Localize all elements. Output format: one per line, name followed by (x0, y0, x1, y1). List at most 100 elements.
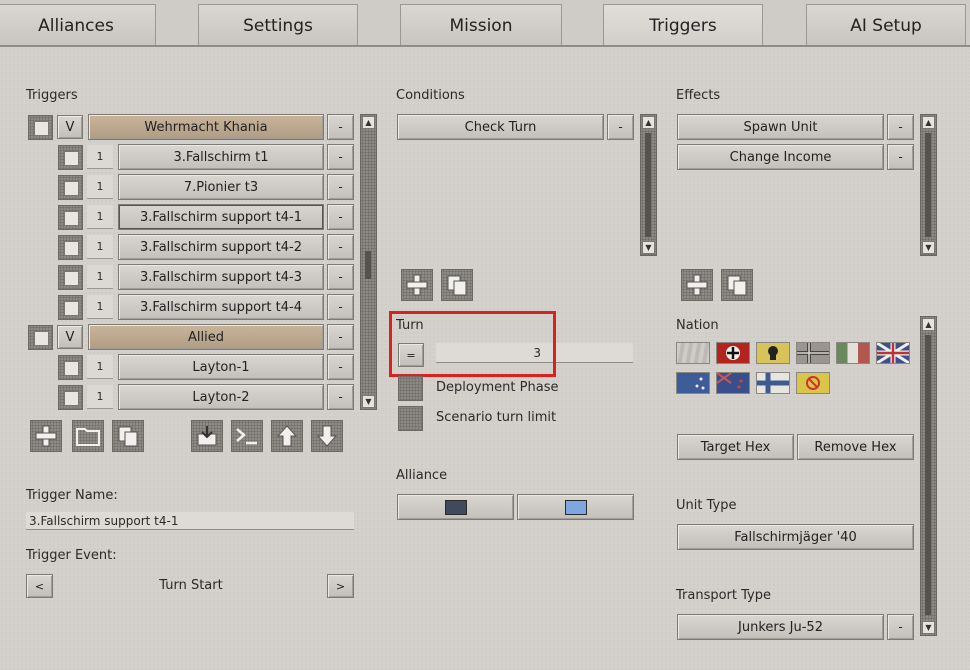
effect-remove-button[interactable]: - (887, 144, 914, 170)
folder-icon[interactable] (72, 420, 104, 452)
trigger-enable-checkbox[interactable] (58, 235, 83, 260)
trigger-item-button[interactable]: 7.Pionier t3 (118, 174, 324, 200)
condition-remove-button[interactable]: - (607, 114, 634, 140)
flag-uk-icon[interactable] (876, 341, 910, 365)
group-toggle-button[interactable]: V (57, 325, 83, 349)
trigger-count: 1 (87, 205, 113, 229)
trigger-count: 1 (87, 235, 113, 259)
flag-grey-cross-icon[interactable] (796, 342, 830, 364)
target-hex-button[interactable]: Target Hex (677, 434, 794, 460)
scroll-thumb[interactable] (645, 133, 651, 237)
scroll-down-arrow[interactable]: ▼ (362, 395, 375, 408)
copy-icon[interactable] (112, 420, 144, 452)
event-next-button[interactable]: > (327, 574, 354, 598)
tab-ai-setup[interactable]: AI Setup (806, 4, 966, 46)
trigger-remove-button[interactable]: - (327, 234, 354, 260)
import-icon[interactable] (191, 420, 223, 452)
effect-item-change-income[interactable]: Change Income (677, 144, 884, 170)
arrow-down-icon[interactable] (311, 420, 343, 452)
trigger-group-button[interactable]: Wehrmacht Khania (88, 114, 324, 140)
conditions-scrollbar[interactable]: ▲ ▼ (640, 114, 657, 256)
flag-germany-icon[interactable] (716, 342, 750, 364)
trigger-item-button[interactable]: Layton-2 (118, 384, 324, 410)
scroll-up-arrow[interactable]: ▲ (362, 116, 375, 129)
effect-details-scrollbar[interactable]: ▲ ▼ (920, 316, 937, 636)
remove-hex-button[interactable]: Remove Hex (797, 434, 914, 460)
trigger-remove-button[interactable]: - (327, 114, 354, 140)
group-toggle-button[interactable]: V (57, 115, 83, 139)
trigger-remove-button[interactable]: - (327, 144, 354, 170)
scroll-down-arrow[interactable]: ▼ (922, 621, 935, 634)
flag-italy-icon[interactable] (836, 342, 870, 364)
trigger-enable-checkbox[interactable] (28, 325, 53, 350)
trigger-group-button[interactable]: Allied (88, 324, 324, 350)
event-prev-button[interactable]: < (26, 574, 53, 598)
alliance-button-2[interactable] (517, 494, 634, 520)
trigger-item-button[interactable]: 3.Fallschirm support t4-2 (118, 234, 324, 260)
trigger-remove-button[interactable]: - (327, 294, 354, 320)
trigger-remove-button[interactable]: - (327, 384, 354, 410)
nation-label: Nation (676, 318, 719, 333)
trigger-enable-checkbox[interactable] (28, 115, 53, 140)
copy-effect-icon[interactable] (721, 269, 753, 301)
tab-settings[interactable]: Settings (198, 4, 358, 46)
add-effect-icon[interactable] (681, 269, 713, 301)
scroll-thumb[interactable] (925, 133, 931, 237)
add-condition-icon[interactable] (401, 269, 433, 301)
flag-totenkopf-icon[interactable] (756, 342, 790, 364)
trigger-list-scrollbar[interactable]: ▲ ▼ (360, 114, 377, 410)
flag-none-icon[interactable] (796, 372, 830, 394)
trigger-enable-checkbox[interactable] (58, 205, 83, 230)
trigger-enable-checkbox[interactable] (58, 355, 83, 380)
flag-finland-icon[interactable] (756, 372, 790, 394)
scroll-thumb[interactable] (925, 335, 931, 615)
trigger-remove-button[interactable]: - (327, 354, 354, 380)
console-icon[interactable] (231, 420, 263, 452)
trigger-item-button[interactable]: 3.Fallschirm support t4-3 (118, 264, 324, 290)
unit-type-label: Unit Type (676, 498, 737, 513)
flag-new-zealand-icon[interactable] (716, 372, 750, 394)
flag-blank[interactable] (676, 342, 710, 364)
trigger-enable-checkbox[interactable] (58, 145, 83, 170)
tab-mission[interactable]: Mission (400, 4, 562, 46)
trigger-remove-button[interactable]: - (327, 174, 354, 200)
scroll-up-arrow[interactable]: ▲ (922, 116, 935, 129)
scroll-up-arrow[interactable]: ▲ (642, 116, 655, 129)
tab-alliances[interactable]: Alliances (0, 4, 156, 46)
conditions-heading: Conditions (396, 88, 465, 103)
alliance-button-1[interactable] (397, 494, 514, 520)
copy-condition-icon[interactable] (441, 269, 473, 301)
tab-triggers[interactable]: Triggers (603, 4, 763, 46)
scroll-down-arrow[interactable]: ▼ (922, 241, 935, 254)
trigger-name-field[interactable]: 3.Fallschirm support t4-1 (26, 512, 354, 530)
trigger-enable-checkbox[interactable] (58, 175, 83, 200)
alliance-color-swatch (564, 499, 587, 515)
effects-scrollbar[interactable]: ▲ ▼ (920, 114, 937, 256)
trigger-item-button[interactable]: 3.Fallschirm t1 (118, 144, 324, 170)
triggers-heading: Triggers (26, 88, 78, 103)
trigger-item-button[interactable]: Layton-1 (118, 354, 324, 380)
trigger-item-button[interactable]: 3.Fallschirm support t4-1 (118, 204, 324, 230)
scenario-turn-limit-label: Scenario turn limit (436, 410, 557, 425)
scroll-up-arrow[interactable]: ▲ (922, 318, 935, 331)
scroll-thumb[interactable] (365, 251, 371, 279)
effect-remove-button[interactable]: - (887, 114, 914, 140)
add-icon[interactable] (30, 420, 62, 452)
trigger-enable-checkbox[interactable] (58, 265, 83, 290)
flag-australia-icon[interactable] (676, 372, 710, 394)
arrow-up-icon[interactable] (271, 420, 303, 452)
deployment-phase-checkbox[interactable] (398, 376, 423, 401)
condition-item-check-turn[interactable]: Check Turn (397, 114, 604, 140)
trigger-item-button[interactable]: 3.Fallschirm support t4-4 (118, 294, 324, 320)
scenario-turn-limit-checkbox[interactable] (398, 406, 423, 431)
effect-item-spawn-unit[interactable]: Spawn Unit (677, 114, 884, 140)
trigger-remove-button[interactable]: - (327, 264, 354, 290)
trigger-remove-button[interactable]: - (327, 204, 354, 230)
scroll-down-arrow[interactable]: ▼ (642, 241, 655, 254)
trigger-enable-checkbox[interactable] (58, 385, 83, 410)
trigger-enable-checkbox[interactable] (58, 295, 83, 320)
trigger-remove-button[interactable]: - (327, 324, 354, 350)
transport-type-select[interactable]: Junkers Ju-52 (677, 614, 884, 640)
unit-type-select[interactable]: Fallschirmjäger '40 (677, 524, 914, 550)
transport-remove-button[interactable]: - (887, 614, 914, 640)
